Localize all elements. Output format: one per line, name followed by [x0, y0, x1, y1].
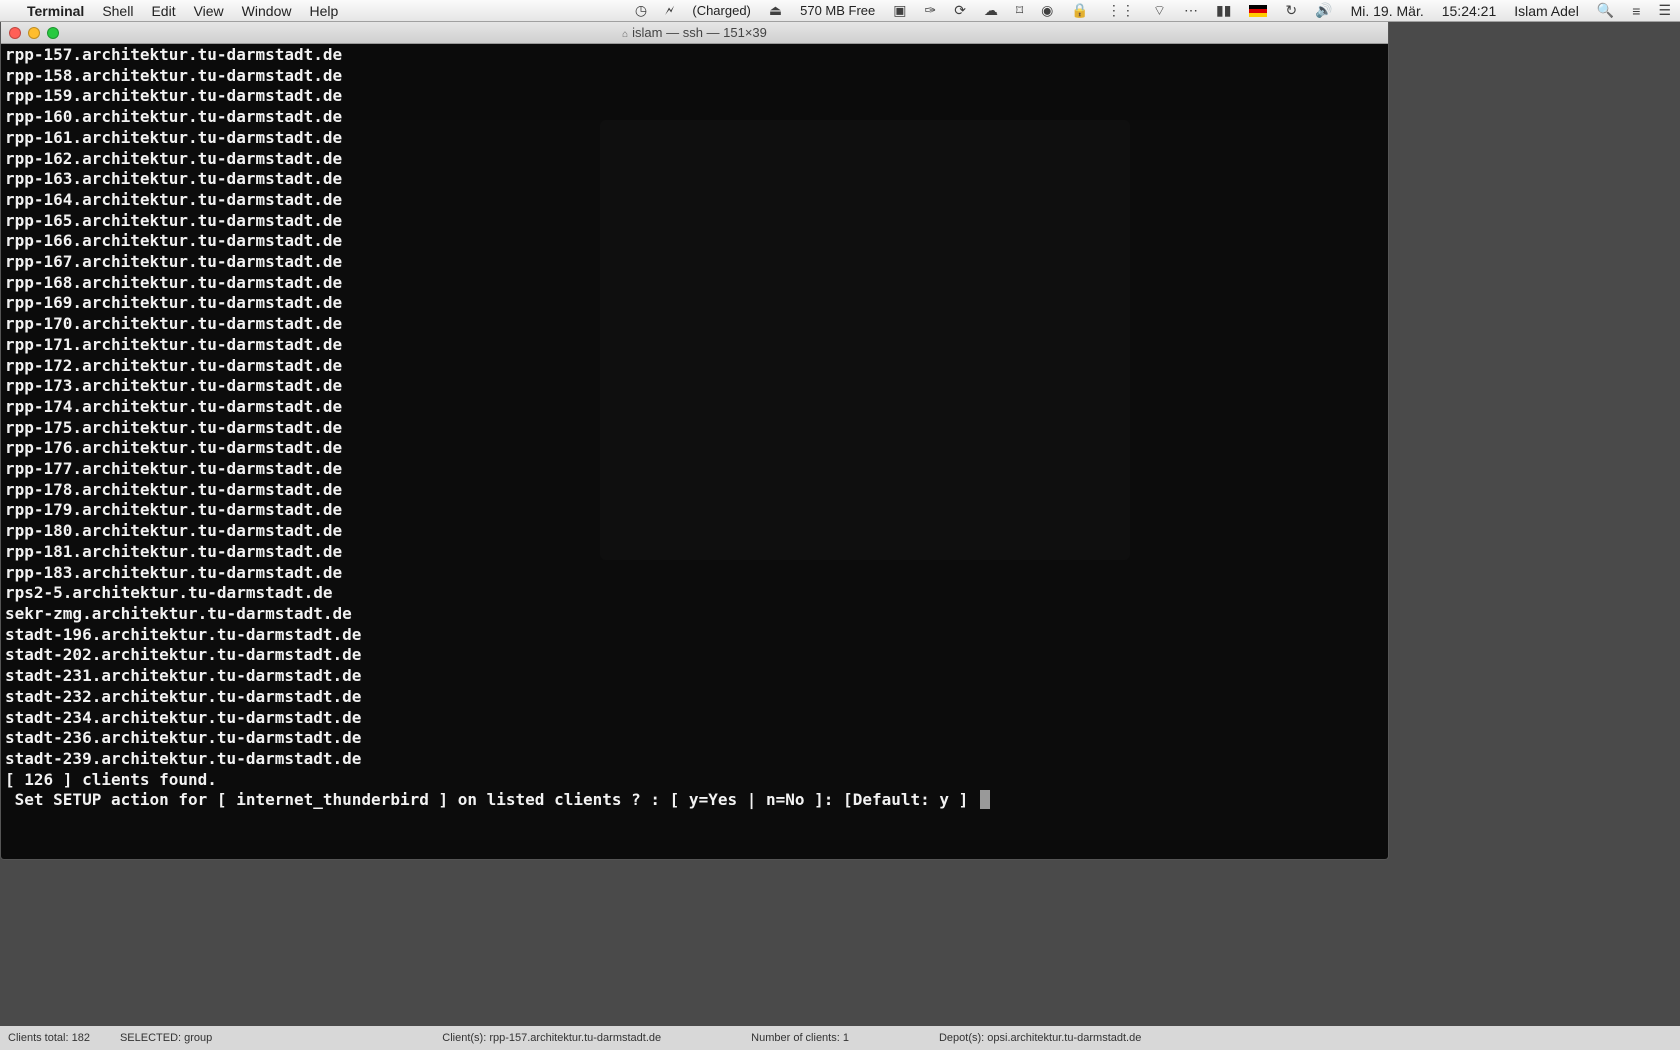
menubar-user[interactable]: Islam Adel [1505, 0, 1588, 21]
menu-help[interactable]: Help [300, 0, 347, 21]
terminal-line: rpp-177.architektur.tu-darmstadt.de [5, 459, 1384, 480]
memory-free[interactable]: 570 MB Free [791, 0, 884, 21]
terminal-line: stadt-196.architektur.tu-darmstadt.de [5, 625, 1384, 646]
terminal-line: rpp-181.architektur.tu-darmstadt.de [5, 542, 1384, 563]
cursor [980, 790, 990, 809]
terminal-line: rpp-161.architektur.tu-darmstadt.de [5, 128, 1384, 149]
close-button[interactable] [9, 27, 21, 39]
terminal-line: rpp-164.architektur.tu-darmstadt.de [5, 190, 1384, 211]
terminal-line: stadt-239.architektur.tu-darmstadt.de [5, 749, 1384, 770]
timemachine-icon[interactable]: ↻ [1276, 0, 1306, 21]
minimize-button[interactable] [28, 27, 40, 39]
terminal-line: stadt-231.architektur.tu-darmstadt.de [5, 666, 1384, 687]
cloud-icon[interactable]: ☁ [975, 0, 1007, 21]
depots: Depot(s): opsi.architektur.tu-darmstadt.… [939, 1032, 1141, 1044]
terminal-output[interactable]: rpp-157.architektur.tu-darmstadt.derpp-1… [1, 44, 1388, 859]
spotlight-icon[interactable]: 🔍 [1588, 0, 1623, 21]
terminal-line: rpp-173.architektur.tu-darmstadt.de [5, 376, 1384, 397]
volume-icon[interactable]: 🔊 [1306, 0, 1341, 21]
terminal-line: rpp-163.architektur.tu-darmstadt.de [5, 169, 1384, 190]
flag-de-icon [1249, 5, 1267, 17]
apple-menu[interactable] [0, 0, 18, 21]
terminal-line: rpp-158.architektur.tu-darmstadt.de [5, 66, 1384, 87]
terminal-line: rpp-169.architektur.tu-darmstadt.de [5, 293, 1384, 314]
terminal-line: rpp-176.architektur.tu-darmstadt.de [5, 438, 1384, 459]
window-title: ⌂ islam — ssh — 151×39 [1, 25, 1388, 40]
window-title-text: islam — ssh — 151×39 [632, 25, 767, 40]
eject-icon[interactable]: ⏏ [760, 0, 791, 21]
terminal-line: rpp-157.architektur.tu-darmstadt.de [5, 45, 1384, 66]
terminal-line: rpp-183.architektur.tu-darmstadt.de [5, 563, 1384, 584]
sync2-icon[interactable]: ⟳ [945, 0, 975, 21]
lock-icon[interactable]: 🔒 [1062, 0, 1097, 21]
battery-icon[interactable]: ▮▮ [1207, 0, 1240, 21]
selected-group: SELECTED: group [120, 1032, 212, 1044]
terminal-line: rpp-172.architektur.tu-darmstadt.de [5, 356, 1384, 377]
terminal-window: ⌂ islam — ssh — 151×39 rpp-157.architektu… [0, 22, 1389, 860]
terminal-line: rpp-170.architektur.tu-darmstadt.de [5, 314, 1384, 335]
window-titlebar[interactable]: ⌂ islam — ssh — 151×39 [1, 22, 1388, 44]
menu-view[interactable]: View [185, 0, 233, 21]
terminal-line: rpp-162.architektur.tu-darmstadt.de [5, 149, 1384, 170]
client-id: Client(s): rpp-157.architektur.tu-darmst… [442, 1032, 661, 1044]
terminal-line: stadt-202.architektur.tu-darmstadt.de [5, 645, 1384, 666]
terminal-line: rpp-165.architektur.tu-darmstadt.de [5, 211, 1384, 232]
menu-list-icon[interactable]: ☰ [1649, 0, 1680, 21]
menu-extra-icon[interactable]: ⋯ [1175, 0, 1207, 21]
power-icon[interactable]: 🗲 [656, 0, 683, 21]
home-icon: ⌂ [622, 29, 628, 40]
terminal-line: stadt-234.architektur.tu-darmstadt.de [5, 708, 1384, 729]
terminal-line: rpp-159.architektur.tu-darmstadt.de [5, 86, 1384, 107]
airport-icon[interactable]: ⌔ [1144, 0, 1175, 21]
background-status-bar: Clients total: 182 SELECTED: group Clien… [0, 1026, 1680, 1050]
wifi-icon[interactable]: ⋮⋮ [1098, 0, 1144, 21]
terminal-line: sekr-zmg.architektur.tu-darmstadt.de [5, 604, 1384, 625]
menubar-date[interactable]: Mi. 19. Mär. [1342, 0, 1433, 21]
terminal-line: rpp-180.architektur.tu-darmstadt.de [5, 521, 1384, 542]
terminal-line: rpp-179.architektur.tu-darmstadt.de [5, 500, 1384, 521]
terminal-line: stadt-232.architektur.tu-darmstadt.de [5, 687, 1384, 708]
terminal-line: rpp-171.architektur.tu-darmstadt.de [5, 335, 1384, 356]
zoom-button[interactable] [47, 27, 59, 39]
terminal-line: rpp-178.architektur.tu-darmstadt.de [5, 480, 1384, 501]
terminal-line: rpp-174.architektur.tu-darmstadt.de [5, 397, 1384, 418]
menubar-time[interactable]: 15:24:21 [1433, 0, 1506, 21]
terminal-line: rpp-175.architektur.tu-darmstadt.de [5, 418, 1384, 439]
terminal-line: rpp-168.architektur.tu-darmstadt.de [5, 273, 1384, 294]
menu-window[interactable]: Window [233, 0, 301, 21]
key-icon[interactable]: ✑ [916, 0, 946, 21]
language-flag[interactable] [1240, 0, 1276, 21]
dropbox-icon[interactable]: ⌑ [1007, 0, 1032, 21]
terminal-line: rpp-160.architektur.tu-darmstadt.de [5, 107, 1384, 128]
mac-menubar: Terminal Shell Edit View Window Help ◷ 🗲… [0, 0, 1680, 22]
terminal-line: rps2-5.architektur.tu-darmstadt.de [5, 583, 1384, 604]
terminal-line: rpp-166.architektur.tu-darmstadt.de [5, 231, 1384, 252]
app-menu[interactable]: Terminal [18, 0, 93, 21]
client-count: Number of clients: 1 [751, 1032, 849, 1044]
terminal-line: [ 126 ] clients found. [5, 770, 1384, 791]
battery-status[interactable]: (Charged) [683, 0, 760, 21]
app-icon[interactable]: ◉ [1032, 0, 1062, 21]
sync-icon[interactable]: ◷ [626, 0, 656, 21]
notification-icon[interactable]: ≡ [1623, 0, 1649, 21]
terminal-line: stadt-236.architektur.tu-darmstadt.de [5, 728, 1384, 749]
terminal-line: rpp-167.architektur.tu-darmstadt.de [5, 252, 1384, 273]
menu-edit[interactable]: Edit [142, 0, 184, 21]
terminal-prompt[interactable]: Set SETUP action for [ internet_thunderb… [5, 790, 1384, 811]
camera-icon[interactable]: ▣ [884, 0, 915, 21]
clients-total: Clients total: 182 [8, 1032, 90, 1044]
menu-shell[interactable]: Shell [93, 0, 142, 21]
